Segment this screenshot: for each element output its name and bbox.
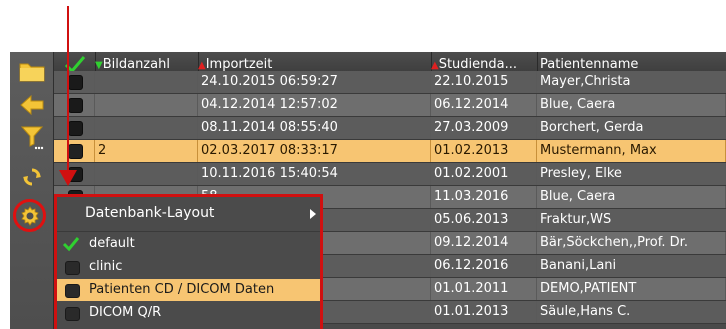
menu-item[interactable]: clinic [57,256,320,278]
cell-bildanzahl: 2 [95,140,198,162]
cell-importzeit: 08.11.2014 08:55:40 [198,117,431,139]
cell-studiendatum: 01.01.2011 [431,278,537,300]
cell-patientenname: Blue, Caera [537,186,726,208]
row-checkbox[interactable] [68,98,83,113]
row-select-cell[interactable] [54,117,95,139]
table-row[interactable]: 08.11.2014 08:55:40 27.03.2009 Borchert, G… [54,117,726,140]
cell-patientenname: Presley, Elke [537,163,726,185]
back-arrow-icon[interactable] [17,92,47,118]
screen: ▼Bildanzahl ▲Importzeit ▲Studienda... Pa… [0,0,726,329]
row-select-cell[interactable] [54,71,95,93]
row-checkbox[interactable] [68,121,83,136]
cell-patientenname: DEMO,PATIENT [537,278,726,300]
table-row[interactable]: 2 02.03.2017 08:33:17 01.02.2013 Mustermann… [54,140,726,163]
cell-studiendatum: 09.12.2014 [431,232,537,254]
cell-patientenname: Banani,Lani [537,255,726,277]
cell-studiendatum: 06.12.2014 [431,94,537,116]
cell-studiendatum: 22.10.2015 [431,71,537,93]
cell-bildanzahl [95,117,198,139]
cell-patientenname: Mayer,Christa [537,71,726,93]
filter-icon[interactable] [17,124,47,150]
table-row[interactable]: 24.10.2015 06:59:27 22.10.2015 Mayer,Chris… [54,71,726,94]
cell-importzeit: 10.11.2016 15:40:54 [198,163,431,185]
menu-item-label: DICOM Q/R [89,305,162,320]
menu-item-label: Patienten CD / DICOM Daten [89,282,275,297]
cell-patientenname: Fraktur,WS [537,209,726,231]
cell-patientenname: Blue, Caera [537,94,726,116]
menu-item-checkbox [65,307,80,321]
cell-patientenname: Säule,Hans C. [537,301,726,323]
menu-item[interactable]: DICOM Q/R [57,302,320,324]
submenu-arrow-icon [310,209,316,219]
cell-studiendatum: 01.02.2013 [431,140,537,162]
row-checkbox[interactable] [68,75,83,90]
menu-item-label: clinic [89,259,123,274]
menu-item[interactable]: default [57,233,320,255]
menu-item[interactable]: Patienten CD / DICOM Daten [57,279,320,301]
sort-up-icon: ▲ [198,60,206,71]
menu-item-checkbox [65,284,80,298]
folder-icon[interactable] [17,58,47,84]
refresh-icon[interactable] [17,164,47,190]
table-row[interactable]: 10.11.2016 15:40:54 01.02.2001 Presley, El… [54,163,726,186]
cell-patientenname: Bär,Söckchen,,Prof. Dr. [537,232,726,254]
annotation-arrow-line [67,6,69,173]
cell-bildanzahl [95,94,198,116]
cell-studiendatum: 05.06.2013 [431,209,537,231]
row-select-cell[interactable] [54,94,95,116]
cell-studiendatum: 01.01.2013 [431,301,537,323]
menu-title-datenbank-layout[interactable]: Datenbank-Layout [85,205,214,221]
table-row[interactable]: 04.12.2014 12:57:02 06.12.2014 Blue, Caera [54,94,726,117]
row-select-cell[interactable] [54,140,95,162]
settings-icon[interactable] [17,203,43,229]
cell-patientenname: Mustermann, Max [537,140,726,162]
menu-item-label: default [89,236,135,251]
cell-importzeit: 02.03.2017 08:33:17 [198,140,431,162]
cell-studiendatum: 27.03.2009 [431,117,537,139]
cell-patientenname: Borchert, Gerda [537,117,726,139]
cell-importzeit: 24.10.2015 06:59:27 [198,71,431,93]
cell-bildanzahl [95,71,198,93]
cell-studiendatum: 06.12.2016 [431,255,537,277]
left-toolbar [10,52,54,329]
cell-importzeit: 04.12.2014 12:57:02 [198,94,431,116]
checkmark-icon [62,237,80,252]
row-checkbox[interactable] [68,144,83,159]
menu-separator [57,231,320,232]
database-layout-menu: Datenbank-Layout default clinic Patienten … [54,194,323,329]
sort-up-icon: ▲ [431,60,439,71]
annotation-arrow-head [59,170,77,186]
cell-studiendatum: 01.02.2001 [431,163,537,185]
cell-bildanzahl [95,163,198,185]
menu-item-checkbox [65,261,80,275]
sort-down-icon: ▼ [95,60,103,71]
cell-studiendatum: 11.03.2016 [431,186,537,208]
